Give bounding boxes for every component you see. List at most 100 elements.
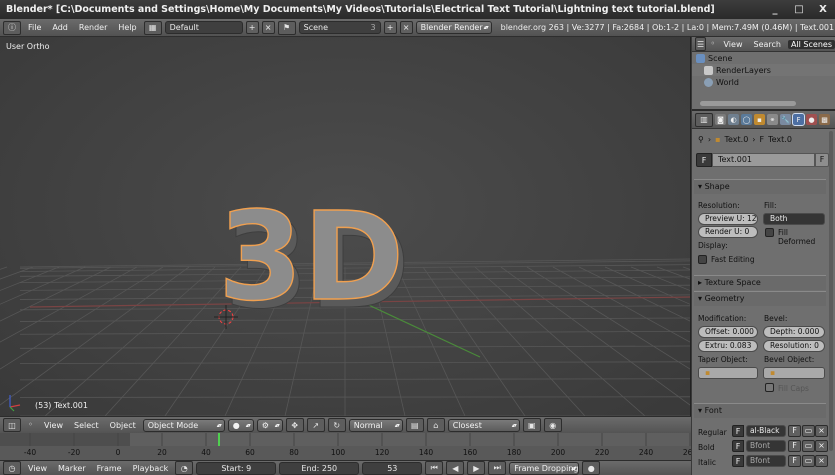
record-icon[interactable]: ● [582, 461, 601, 475]
constraints-context-icon[interactable]: ⚭ [767, 114, 778, 125]
menu-help[interactable]: Help [114, 23, 140, 32]
italic-font-users[interactable]: F [788, 455, 801, 467]
play-icon[interactable]: ▶ [467, 461, 486, 475]
regular-font-open-icon[interactable]: ▭ [802, 425, 815, 437]
render-engine-dropdown[interactable]: Blender Render [415, 21, 492, 34]
timeline-editor-icon[interactable]: ◷ [3, 461, 21, 475]
use-preview-range-icon[interactable]: ◔ [175, 461, 194, 475]
bold-font-open-icon[interactable]: ▭ [802, 440, 815, 452]
scene-icon[interactable]: ⚑ [277, 20, 296, 35]
minimize-button[interactable]: _ [763, 0, 787, 19]
font-panel-header[interactable]: ▾ Font [694, 403, 826, 418]
outliner-item-scene[interactable]: Scene [692, 52, 835, 64]
italic-font-unlink-icon[interactable]: × [815, 455, 828, 467]
jump-end-icon[interactable]: ⏭ [488, 461, 507, 475]
sync-mode-dropdown[interactable]: Frame Dropping [509, 461, 580, 475]
tl-menu-playback[interactable]: Playback [129, 464, 173, 473]
remove-layout-button[interactable]: × [261, 21, 275, 34]
text-3d-object[interactable]: 3D [217, 185, 405, 328]
timeline[interactable]: -40 -20 0 20 40 60 80 100 120 140 160 180 200 220 240 2… [0, 433, 691, 460]
menu-add[interactable]: Add [48, 23, 72, 32]
outliner-editor-icon[interactable]: ☰ [695, 37, 707, 51]
tl-menu-view[interactable]: View [24, 464, 51, 473]
all-scenes-dropdown[interactable]: All Scenes [787, 39, 835, 49]
outliner-item-renderlayers[interactable]: RenderLayers [692, 64, 835, 76]
current-frame-field[interactable]: 53 [362, 461, 423, 475]
outliner-item-world[interactable]: World [692, 76, 835, 88]
3d-viewport[interactable]: 3D 3D User Ortho (53) Text.001 [0, 37, 691, 416]
regular-font-field[interactable]: al-Black [746, 425, 786, 437]
rotate-icon[interactable]: ↻ [327, 418, 346, 432]
outliner-menu-view[interactable]: View [720, 40, 747, 49]
geometry-panel-header[interactable]: ▾ Geometry [694, 291, 826, 306]
datablock-name-field[interactable]: Text.001 [712, 153, 815, 167]
jump-start-icon[interactable]: ⏮ [425, 461, 444, 475]
layer-buttons-icon[interactable]: ▤ [405, 418, 424, 432]
header-collapse-icon[interactable]: ◦ [24, 419, 37, 432]
preview-u-field[interactable]: Preview U: 12 [698, 213, 758, 225]
properties-scrollbar[interactable] [829, 131, 833, 451]
fast-editing-checkbox[interactable] [698, 255, 707, 264]
datablock-type-icon[interactable]: F [696, 153, 712, 167]
shape-panel-header[interactable]: ▾ Shape [694, 179, 826, 194]
render-context-icon[interactable]: ◙ [715, 114, 726, 125]
remove-scene-button[interactable]: × [399, 21, 413, 34]
maximize-button[interactable]: □ [787, 0, 811, 19]
play-reverse-icon[interactable]: ◀ [446, 461, 465, 475]
fill-deformed-checkbox[interactable] [765, 228, 774, 237]
properties-editor[interactable]: ▥ ◙ ◐ ◯ ▪ ⚭ 🔧 F ● ▩ ⚲ › ▪ Text.0 › F Tex… [692, 111, 835, 475]
shading-dropdown[interactable]: ● [227, 418, 254, 432]
italic-font-field[interactable]: Bfont [746, 455, 786, 467]
extrude-field[interactable]: Extru: 0.083 [698, 340, 758, 352]
bold-font-field[interactable]: Bfont [746, 440, 786, 452]
texture-space-panel-header[interactable]: ▸ Texture Space [694, 275, 826, 290]
regular-font-unlink-icon[interactable]: × [815, 425, 828, 437]
menu-object[interactable]: Object [106, 421, 140, 430]
data-context-icon[interactable]: F [792, 113, 805, 126]
translate-icon[interactable]: ↗ [306, 418, 325, 432]
add-scene-button[interactable]: + [383, 21, 397, 34]
3d-view-editor-icon[interactable]: ◫ [3, 418, 21, 432]
bold-font-users[interactable]: F [788, 440, 801, 452]
manipulator-icon[interactable]: ✥ [285, 418, 304, 432]
menu-select[interactable]: Select [70, 421, 103, 430]
bold-font-unlink-icon[interactable]: × [815, 440, 828, 452]
end-frame-field[interactable]: End: 250 [279, 461, 360, 475]
scene-context-icon[interactable]: ◐ [728, 114, 739, 125]
tl-menu-frame[interactable]: Frame [93, 464, 126, 473]
menu-file[interactable]: File [24, 23, 45, 32]
start-frame-field[interactable]: Start: 9 [196, 461, 277, 475]
render-preview-icon[interactable]: ◉ [543, 418, 562, 432]
outliner-scrollbar[interactable] [700, 101, 796, 106]
fill-mode-dropdown[interactable]: Both [763, 213, 825, 225]
italic-font-open-icon[interactable]: ▭ [802, 455, 815, 467]
transform-orientation-dropdown[interactable]: Normal [348, 418, 403, 432]
bevel-depth-field[interactable]: Depth: 0.000 [763, 326, 825, 338]
editor-type-icon[interactable]: ⓘ [3, 20, 21, 35]
modifiers-context-icon[interactable]: 🔧 [780, 114, 791, 125]
properties-editor-icon[interactable]: ▥ [695, 112, 713, 127]
snap-target-icon[interactable]: ▣ [522, 418, 541, 432]
fake-user-button[interactable]: F [815, 153, 829, 167]
bevel-object-field[interactable]: ▪ [763, 367, 825, 379]
mode-dropdown[interactable]: Object Mode [142, 418, 225, 432]
taper-object-field[interactable]: ▪ [698, 367, 758, 379]
scene-field[interactable]: Scene 3 [298, 21, 381, 34]
menu-render[interactable]: Render [75, 23, 111, 32]
bevel-resolution-field[interactable]: Resolution: 0 [763, 340, 825, 352]
object-context-icon[interactable]: ▪ [754, 114, 765, 125]
outliner-menu-search[interactable]: Search [749, 40, 784, 49]
screen-layout-icon[interactable]: ▦ [143, 20, 162, 35]
outliner[interactable]: ☰ ◦ View Search All Scenes Scene RenderL… [692, 37, 835, 111]
material-context-icon[interactable]: ● [806, 114, 817, 125]
tl-menu-marker[interactable]: Marker [54, 464, 90, 473]
regular-font-users[interactable]: F [788, 425, 801, 437]
fill-caps-checkbox[interactable] [765, 383, 774, 392]
snap-icon[interactable]: ⌂ [426, 418, 445, 432]
outliner-collapse-icon[interactable]: ◦ [709, 38, 716, 51]
close-button[interactable]: X [811, 0, 835, 19]
menu-view[interactable]: View [40, 421, 67, 430]
pivot-dropdown[interactable]: ⚙ [256, 418, 283, 432]
screen-layout-field[interactable]: Default [164, 21, 243, 34]
pin-icon[interactable]: ⚲ [698, 135, 704, 144]
